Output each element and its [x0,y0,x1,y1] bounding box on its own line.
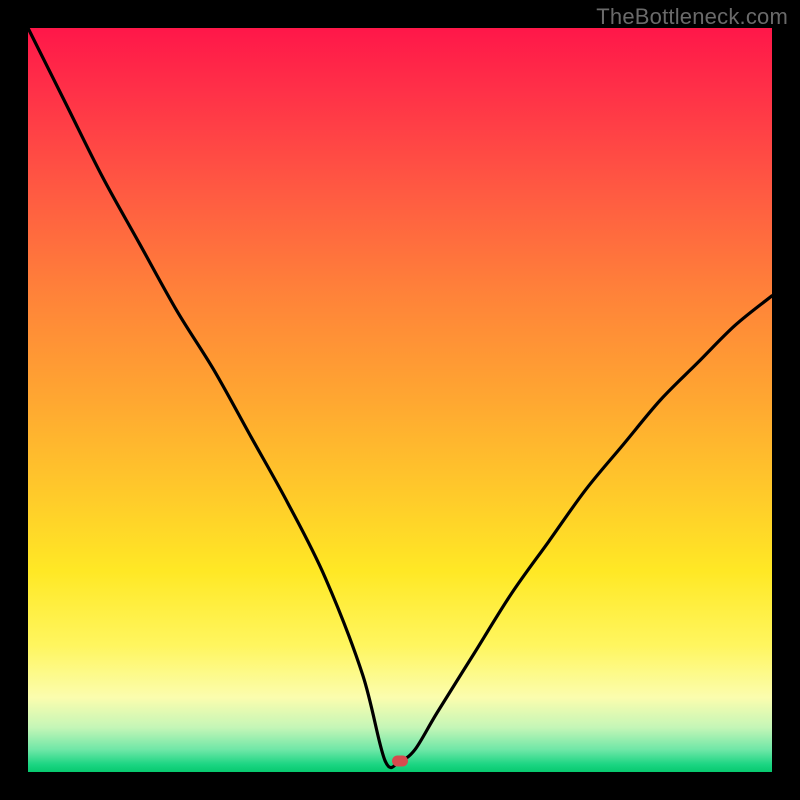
curve-path [28,28,772,768]
bottleneck-curve [28,28,772,772]
watermark-text: TheBottleneck.com [596,4,788,30]
plot-area [28,28,772,772]
optimal-point-marker [392,755,408,766]
chart-frame: TheBottleneck.com [0,0,800,800]
